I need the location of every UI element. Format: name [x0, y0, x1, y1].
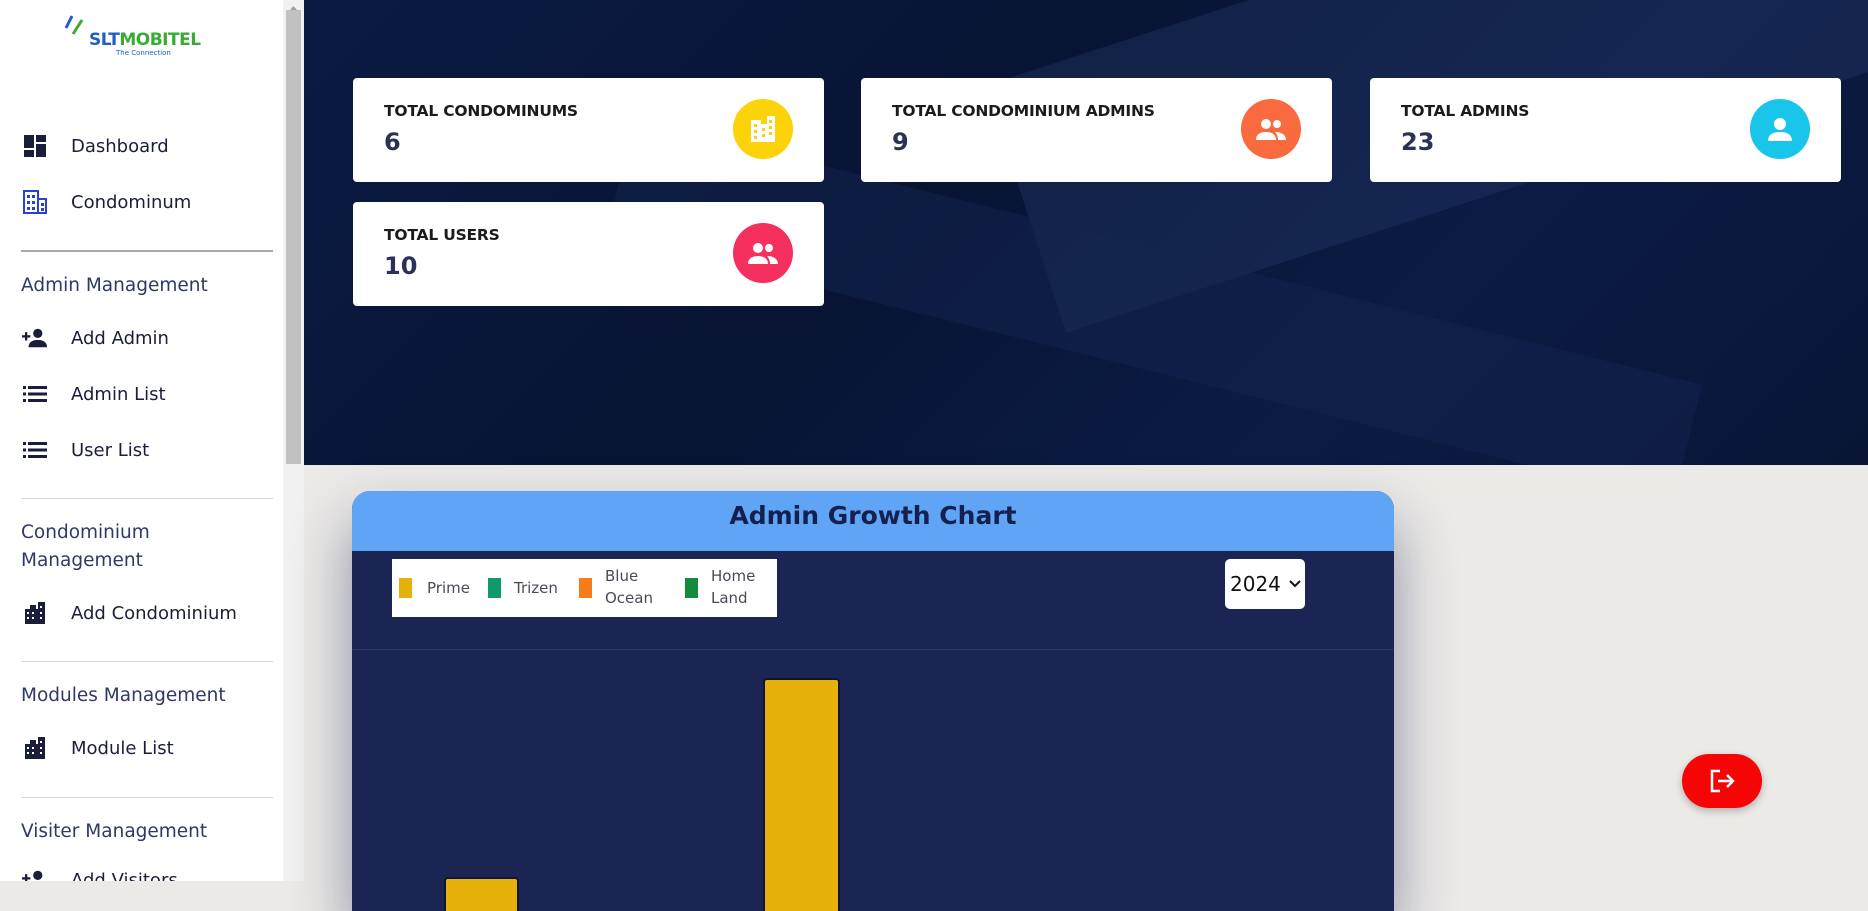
- chart-plot-area: [352, 649, 1394, 911]
- building-icon: [733, 99, 793, 159]
- legend-swatch: [579, 578, 592, 598]
- legend-label-line: Home: [711, 567, 756, 585]
- legend-label: Prime: [427, 579, 470, 597]
- section-title-modules-management: Modules Management: [21, 685, 226, 706]
- stat-card-title: TOTAL ADMINS: [1401, 102, 1530, 120]
- sidebar-item-label: Admin List: [71, 383, 166, 405]
- chart-legend: Prime Trizen Blue Ocean Home Land: [392, 559, 777, 617]
- person-icon: [1750, 99, 1810, 159]
- sidebar-item-label: Dashboard: [71, 135, 169, 157]
- legend-label: Home Land: [711, 565, 755, 609]
- logout-icon: [1708, 768, 1736, 794]
- logout-button[interactable]: [1682, 754, 1762, 808]
- legend-label-line: Ocean: [605, 589, 653, 607]
- group-icon: [1241, 99, 1301, 159]
- sidebar-item-module-list[interactable]: Module List: [0, 726, 283, 770]
- person-add-icon: [22, 867, 48, 881]
- sidebar-divider: [21, 250, 273, 252]
- sidebar-divider: [21, 797, 273, 798]
- legend-label-line: Land: [711, 589, 748, 607]
- sidebar-item-condominum[interactable]: Condominum: [0, 180, 283, 224]
- sidebar-item-add-visitors[interactable]: Add Visitors: [0, 858, 283, 881]
- sidebar-item-admin-list[interactable]: Admin List: [0, 372, 283, 416]
- dashboard-icon: [22, 133, 48, 159]
- legend-label: Blue Ocean: [605, 565, 653, 609]
- person-add-icon: [22, 325, 48, 351]
- year-select-value: 2024: [1230, 572, 1281, 596]
- signal-icon: [64, 15, 84, 35]
- stat-card-value: 23: [1401, 128, 1435, 156]
- sidebar-item-user-list[interactable]: User List: [0, 428, 283, 472]
- legend-swatch: [488, 578, 501, 598]
- stat-card-value: 10: [384, 252, 418, 280]
- legend-swatch: [399, 578, 412, 598]
- sidebar-item-label: Add Condominium: [71, 602, 237, 624]
- sidebar: SLTMOBITEL The Connection Dashboard Cond…: [0, 0, 283, 881]
- admin-growth-chart-panel: Admin Growth Chart Prime Trizen Blue Ocea…: [352, 491, 1394, 911]
- sidebar-item-dashboard[interactable]: Dashboard: [0, 124, 283, 168]
- group-icon: [733, 223, 793, 283]
- chart-bar-prime: [444, 877, 519, 911]
- brand-name-part1: SLT: [89, 30, 120, 50]
- chart-bar-prime: [763, 678, 840, 911]
- list-icon: [22, 381, 48, 407]
- stat-card-condominiums: TOTAL CONDOMINUMS 6: [353, 78, 824, 182]
- sidebar-item-label: Condominum: [71, 191, 192, 213]
- stat-card-condominium-admins: TOTAL CONDOMINIUM ADMINS 9: [861, 78, 1332, 182]
- dashboard-hero: TOTAL CONDOMINUMS 6 TOTAL CONDOMINIUM AD…: [304, 0, 1868, 465]
- list-icon: [22, 437, 48, 463]
- chevron-down-icon: [1289, 580, 1301, 588]
- apartment-icon: [22, 735, 48, 761]
- legend-label-line: Blue: [605, 567, 639, 585]
- sidebar-divider: [21, 661, 273, 662]
- sidebar-item-label: Module List: [71, 737, 174, 759]
- brand-tagline: The Connection: [116, 49, 171, 57]
- stat-card-users: TOTAL USERS 10: [353, 202, 824, 306]
- apartment-icon: [22, 600, 48, 626]
- stat-card-value: 9: [892, 128, 909, 156]
- sidebar-item-add-admin[interactable]: Add Admin: [0, 316, 283, 360]
- legend-swatch: [685, 578, 698, 598]
- stat-card-title: TOTAL CONDOMINIUM ADMINS: [892, 102, 1155, 120]
- building-icon: [22, 189, 48, 215]
- sidebar-divider: [21, 498, 273, 499]
- scroll-up-arrow-icon[interactable]: [283, 0, 304, 10]
- section-title-condominium-management: Condominium Management: [21, 522, 150, 571]
- sidebar-item-label: Add Visitors: [71, 869, 178, 882]
- brand-name-part2: MOBITEL: [119, 30, 201, 50]
- stat-card-admins: TOTAL ADMINS 23: [1370, 78, 1841, 182]
- legend-label: Trizen: [514, 579, 558, 597]
- scrollbar-thumb[interactable]: [286, 10, 301, 464]
- brand-name: SLTMOBITEL: [89, 30, 201, 50]
- sidebar-item-label: Add Admin: [71, 327, 169, 349]
- year-select[interactable]: 2024: [1225, 559, 1305, 609]
- stat-card-value: 6: [384, 128, 401, 156]
- section-title-visiter-management: Visiter Management: [21, 821, 208, 842]
- sidebar-scrollbar[interactable]: [283, 0, 304, 881]
- stat-card-title: TOTAL CONDOMINUMS: [384, 102, 578, 120]
- sidebar-item-add-condominium[interactable]: Add Condominium: [0, 591, 283, 635]
- chart-title: Admin Growth Chart: [729, 501, 1017, 530]
- stat-card-title: TOTAL USERS: [384, 226, 500, 244]
- section-title-admin-management: Admin Management: [21, 275, 208, 296]
- sidebar-item-label: User List: [71, 439, 150, 461]
